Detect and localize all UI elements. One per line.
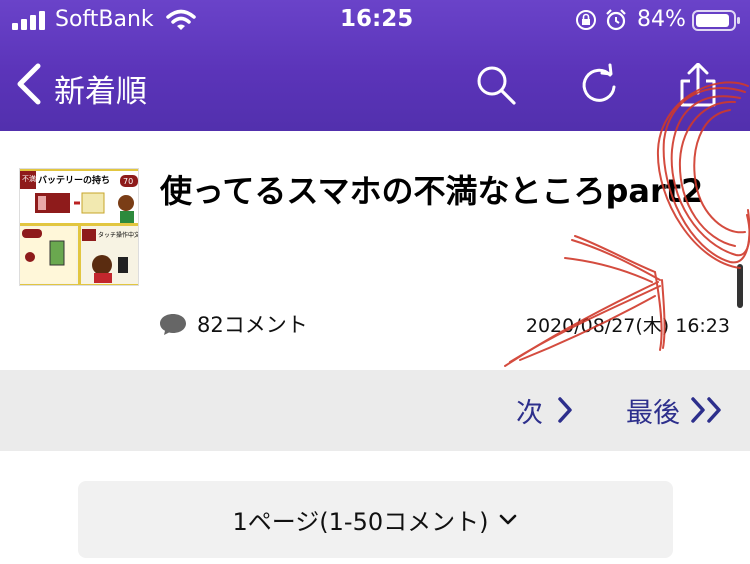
last-label: 最後 xyxy=(626,397,680,429)
thumb-caption: バッテリーの持ち xyxy=(38,174,110,186)
last-page-button[interactable]: 最後 xyxy=(626,390,726,430)
battery-icon xyxy=(692,10,740,31)
back-button[interactable]: 新着順 xyxy=(54,66,147,111)
scroll-indicator[interactable] xyxy=(737,264,743,308)
pagination-bar: 次 最後 xyxy=(0,370,750,451)
article-date: 2020/08/27(木) 16:23 xyxy=(525,315,730,337)
thumbnail-image: 不満1位 バッテリーの持ち 70 タッチ操作中文字入力 xyxy=(20,169,139,285)
status-bar: SoftBank 16:25 84% xyxy=(0,0,750,40)
thumb-number: 70 xyxy=(123,177,133,186)
refresh-icon[interactable] xyxy=(577,63,621,107)
chevron-down-icon xyxy=(500,514,517,524)
share-icon[interactable] xyxy=(676,63,720,107)
wifi-icon xyxy=(166,9,196,30)
article-item[interactable]: 不満1位 バッテリーの持ち 70 タッチ操作中文字入力 使ってるスマホの不満なと… xyxy=(0,131,750,370)
search-icon[interactable] xyxy=(474,63,518,107)
rotation-lock-icon xyxy=(576,10,596,30)
carrier-name: SoftBank xyxy=(55,7,154,32)
page-select-label: 1ページ(1-50コメント) xyxy=(232,508,489,536)
back-chevron-icon[interactable] xyxy=(14,62,44,106)
double-chevron-right-icon xyxy=(691,397,721,423)
next-page-button[interactable]: 次 xyxy=(516,390,573,430)
chevron-right-icon xyxy=(558,397,572,423)
article-thumbnail[interactable]: 不満1位 バッテリーの持ち 70 タッチ操作中文字入力 xyxy=(19,168,139,286)
top-bar: SoftBank 16:25 84% 新着順 xyxy=(0,0,750,131)
alarm-icon xyxy=(606,9,626,31)
next-label: 次 xyxy=(516,397,543,429)
navigation-bar: 新着順 xyxy=(0,40,750,131)
clock: 16:25 xyxy=(340,6,414,32)
page-select-dropdown[interactable]: 1ページ(1-50コメント) xyxy=(78,481,673,558)
battery-percent: 84% xyxy=(637,7,686,32)
signal-icon xyxy=(12,10,48,30)
thumb-caption-bottom: タッチ操作中文字入力 xyxy=(98,231,139,239)
comment-icon xyxy=(160,314,186,335)
comment-count: 82コメント xyxy=(197,313,308,337)
article-title[interactable]: 使ってるスマホの不満なところpart2 xyxy=(160,169,703,213)
